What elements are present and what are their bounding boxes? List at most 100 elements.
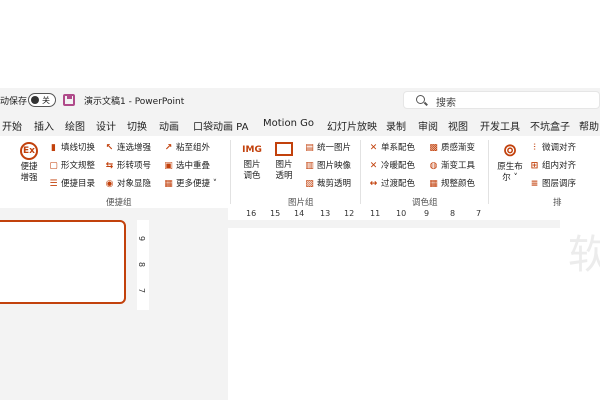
group-align-label: 组内对齐	[542, 161, 577, 171]
fill-line-switch-button[interactable]: ▮ 填线切换	[48, 143, 95, 154]
image-mirror-button[interactable]: ▥ 图片映像	[304, 161, 351, 172]
ruler-tick: 13	[320, 209, 331, 218]
image-mirror-label: 图片映像	[317, 161, 352, 171]
more-quick-label: 更多便捷 ˅	[176, 179, 217, 189]
shape-text-align-button[interactable]: ▢ 形文规整	[48, 161, 95, 172]
quick-toc-button[interactable]: ☰ 便捷目录	[48, 179, 95, 190]
normalize-colors-label: 规整颜色	[441, 179, 476, 189]
paste-outside-group-button[interactable]: ↗ 粘至组外	[163, 143, 210, 154]
image-color-label-1: 图片	[243, 160, 261, 170]
autosave-toggle[interactable]: 关	[28, 93, 56, 107]
title-bar: 动保存 关 演示文稿1 - PowerPoint 搜索	[0, 88, 600, 112]
toggle-knob-icon	[31, 96, 39, 104]
tab-slideshow[interactable]: 幻灯片放映	[327, 118, 377, 133]
crop-icon: ▧	[305, 179, 314, 189]
image-color-button[interactable]: IMG 图片 调色	[236, 142, 268, 182]
tab-draw[interactable]: 绘图	[65, 118, 85, 133]
group-align-button[interactable]: ⊞ 组内对齐	[529, 161, 576, 172]
save-icon[interactable]	[63, 94, 75, 106]
group-divider	[230, 140, 231, 204]
list-icon: ☰	[49, 179, 58, 189]
tab-motion-go[interactable]: Motion Go	[263, 118, 314, 129]
layer-order-button[interactable]: ≡ 图层调序	[529, 179, 576, 190]
tab-pocket-animation[interactable]: 口袋动画 PA	[193, 118, 248, 133]
paste-icon: ↗	[164, 143, 173, 153]
fine-align-button[interactable]: ⫶ 微调对齐	[529, 143, 576, 154]
native-boolean-label-1: 原生布	[497, 162, 523, 172]
fill-line-switch-label: 填线切换	[61, 143, 96, 153]
cross-icon: ✕	[369, 143, 378, 153]
ruler-tick: 15	[270, 209, 281, 218]
slide-thumbnail-selected[interactable]	[0, 220, 126, 304]
gradient-tool-label: 渐变工具	[441, 161, 476, 171]
ex-logo-icon: Ex	[20, 142, 38, 160]
gradient-icon: ▩	[429, 143, 438, 153]
ruler-tick: 8	[450, 209, 456, 218]
shape-text-align-label: 形文规整	[61, 161, 96, 171]
transition-scheme-button[interactable]: ↔ 过渡配色	[368, 179, 415, 190]
tab-bukeng-box[interactable]: 不坑盒子	[530, 118, 570, 133]
ruler-tick: 16	[246, 209, 257, 218]
overlap-icon: ▣	[164, 161, 173, 171]
image-transparency-label-2: 透明	[275, 171, 293, 181]
crop-transparent-label: 裁剪透明	[317, 179, 352, 189]
group-align-icon: ⊞	[530, 161, 539, 171]
unify-images-button[interactable]: ▤ 统一图片	[304, 143, 351, 154]
grid-icon: ▦	[429, 179, 438, 189]
ruler-tick: 11	[370, 209, 381, 218]
shape-to-bullet-label: 形转项号	[117, 161, 152, 171]
group-divider	[360, 140, 361, 204]
autosave-state: 关	[42, 96, 50, 105]
multi-select-button[interactable]: ↖ 连选增强	[104, 143, 151, 154]
ribbon-body: Ex 便捷 增强 ▮ 填线切换 ▢ 形文规整 ☰ 便捷目录 ↖ 连选增强 ⇆ 形转项号 ◉…	[0, 136, 576, 208]
tab-transitions[interactable]: 切换	[127, 118, 147, 133]
group-label-color: 调色组	[412, 198, 438, 208]
group-label-layout: 排	[553, 198, 562, 208]
horizontal-ruler: 16 15 14 13 12 11 10 9 8 7	[228, 208, 560, 220]
image-transparency-button[interactable]: 图片 透明	[268, 142, 300, 182]
tab-view[interactable]: 视图	[448, 118, 468, 133]
tab-design[interactable]: 设计	[96, 118, 116, 133]
more-quick-button[interactable]: ▦ 更多便捷 ˅	[163, 179, 217, 190]
tab-review[interactable]: 审阅	[418, 118, 438, 133]
texture-gradient-label: 质感渐变	[441, 143, 476, 153]
unify-images-label: 统一图片	[317, 143, 352, 153]
crop-transparent-button[interactable]: ▧ 裁剪透明	[304, 179, 351, 190]
cursor-icon: ↖	[105, 143, 114, 153]
tab-animations[interactable]: 动画	[159, 118, 179, 133]
tab-help[interactable]: 帮助	[579, 118, 599, 133]
select-overlap-button[interactable]: ▣ 选中重叠	[163, 161, 210, 172]
quick-enhance-button[interactable]: Ex 便捷 增强	[12, 142, 46, 184]
grid-icon: ▦	[164, 179, 173, 189]
single-color-scheme-button[interactable]: ✕ 单系配色	[368, 143, 415, 154]
document-title: 演示文稿1 - PowerPoint	[84, 97, 185, 107]
warm-cool-scheme-button[interactable]: ✕ 冷暖配色	[368, 161, 415, 172]
tab-insert[interactable]: 插入	[34, 118, 54, 133]
select-overlap-label: 选中重叠	[176, 161, 211, 171]
slide-canvas[interactable]	[228, 228, 560, 400]
ruler-tick: 14	[294, 209, 305, 218]
native-boolean-button[interactable]: ⊚ 原生布 尔 ˅	[492, 142, 528, 184]
gradient-tool-button[interactable]: ◍ 渐变工具	[428, 161, 475, 172]
texture-gradient-button[interactable]: ▩ 质感渐变	[428, 143, 475, 154]
search-input[interactable]: 搜索	[403, 91, 600, 109]
tab-record[interactable]: 录制	[386, 118, 406, 133]
layers-icon: ≡	[530, 179, 539, 189]
tab-home[interactable]: 开始	[2, 118, 22, 133]
ruler-tick: 10	[396, 209, 407, 218]
shape-to-bullet-button[interactable]: ⇆ 形转项号	[104, 161, 151, 172]
ribbon-tabs: 开始 插入 绘图 设计 切换 动画 口袋动画 PA Motion Go 幻灯片放…	[0, 112, 600, 136]
object-visibility-button[interactable]: ◉ 对象显隐	[104, 179, 151, 190]
ruler-tick: 9	[137, 235, 147, 242]
quick-toc-label: 便捷目录	[61, 179, 96, 189]
watermark-text: 软	[568, 232, 600, 278]
normalize-colors-button[interactable]: ▦ 规整颜色	[428, 179, 475, 190]
quick-enhance-label-1: 便捷	[20, 162, 38, 172]
tab-developer[interactable]: 开发工具	[480, 118, 520, 133]
search-placeholder: 搜索	[436, 98, 456, 109]
image-transparency-label-1: 图片	[275, 160, 293, 170]
ruler-tick: 9	[424, 209, 430, 218]
fine-align-label: 微调对齐	[542, 143, 577, 153]
ruler-tick: 7	[137, 287, 147, 294]
fill-line-icon: ▮	[51, 143, 56, 153]
